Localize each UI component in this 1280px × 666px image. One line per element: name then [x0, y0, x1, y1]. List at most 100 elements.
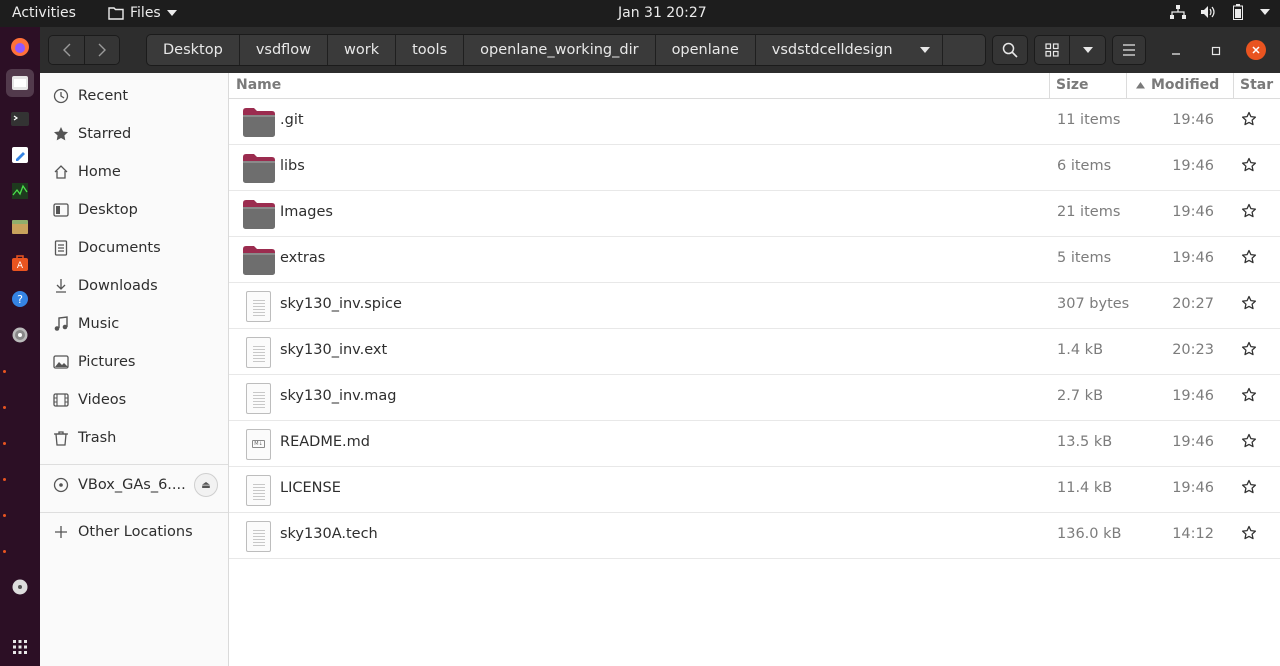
grid-view-button[interactable]	[1035, 36, 1070, 64]
table-row[interactable]: extras 5 items 19:46	[229, 237, 1280, 283]
file-modified: 20:27	[1172, 296, 1214, 312]
firefox-icon[interactable]	[6, 33, 34, 61]
maximize-icon	[1211, 46, 1221, 56]
table-row[interactable]: M↓ README.md 13.5 kB 19:46	[229, 421, 1280, 467]
disc-icon[interactable]	[6, 321, 34, 349]
sidebar-item-pictures[interactable]: Pictures	[40, 343, 228, 381]
crumb-vsdflow[interactable]: vsdflow	[240, 35, 329, 65]
files-icon[interactable]	[6, 69, 34, 97]
file-modified: 19:46	[1172, 158, 1214, 174]
sidebar-item-device[interactable]: VBox_GAs_6.... ⏏	[40, 466, 228, 504]
table-row[interactable]: libs 6 items 19:46	[229, 145, 1280, 191]
file-name: sky130A.tech	[280, 526, 378, 542]
crumb-tools[interactable]: tools	[396, 35, 465, 65]
file-name: .git	[280, 112, 304, 128]
sidebar-item-documents[interactable]: Documents	[40, 229, 228, 267]
sidebar-item-label: Trash	[78, 430, 117, 446]
plus-icon	[52, 523, 70, 541]
eject-button[interactable]: ⏏	[194, 473, 218, 497]
sidebar-item-starred[interactable]: Starred	[40, 115, 228, 153]
star-icon[interactable]	[1241, 525, 1257, 546]
sidebar-item-music[interactable]: Music	[40, 305, 228, 343]
sidebar-item-videos[interactable]: Videos	[40, 381, 228, 419]
star-icon[interactable]	[1241, 111, 1257, 132]
file-size: 11.4 kB	[1057, 480, 1113, 496]
table-row[interactable]: sky130_inv.spice 307 bytes 20:27	[229, 283, 1280, 329]
table-row[interactable]: sky130A.tech 136.0 kB 14:12	[229, 513, 1280, 559]
column-name[interactable]: Name	[236, 77, 281, 93]
main-menu-button[interactable]	[1112, 35, 1146, 65]
table-row[interactable]: sky130_inv.ext 1.4 kB 20:23	[229, 329, 1280, 375]
column-size[interactable]: Size	[1056, 77, 1089, 93]
star-icon[interactable]	[1241, 479, 1257, 500]
star-icon[interactable]	[1241, 203, 1257, 224]
close-icon	[1252, 46, 1260, 54]
text-file-icon	[246, 521, 271, 552]
clock[interactable]: Jan 31 20:27	[618, 5, 707, 21]
crumb-openlane-working-dir[interactable]: openlane_working_dir	[464, 35, 656, 65]
minimize-button[interactable]	[1166, 41, 1186, 61]
star-icon[interactable]	[1241, 341, 1257, 362]
file-size: 6 items	[1057, 158, 1112, 174]
table-row[interactable]: .git 11 items 19:46	[229, 99, 1280, 145]
star-icon[interactable]	[1241, 433, 1257, 454]
table-row[interactable]: sky130_inv.mag 2.7 kB 19:46	[229, 375, 1280, 421]
view-options-button[interactable]	[1070, 36, 1105, 64]
column-star[interactable]: Star	[1240, 77, 1273, 93]
file-name: LICENSE	[280, 480, 341, 496]
navigation-buttons	[48, 35, 120, 65]
star-icon[interactable]	[1241, 387, 1257, 408]
archive-icon[interactable]	[6, 213, 34, 241]
sidebar-item-home[interactable]: Home	[40, 153, 228, 191]
crumb-openlane[interactable]: openlane	[656, 35, 756, 65]
help-icon[interactable]: ?	[6, 285, 34, 313]
folder-icon	[243, 246, 275, 275]
close-button[interactable]	[1246, 40, 1266, 60]
file-name: extras	[280, 250, 326, 266]
terminal-icon[interactable]	[6, 105, 34, 133]
sidebar-divider	[40, 464, 228, 465]
system-monitor-icon[interactable]	[6, 177, 34, 205]
top-bar: Activities Files Jan 31 20:27	[0, 0, 1280, 27]
star-icon[interactable]	[1241, 157, 1257, 178]
crumb-work[interactable]: work	[328, 35, 397, 65]
forward-button[interactable]	[84, 36, 119, 64]
header-bar: Desktop vsdflow work tools openlane_work…	[40, 27, 1280, 73]
activities-button[interactable]: Activities	[12, 5, 76, 21]
search-button[interactable]	[992, 35, 1028, 65]
chevron-right-icon	[98, 43, 106, 57]
sidebar-item-desktop[interactable]: Desktop	[40, 191, 228, 229]
sidebar-item-label: Videos	[78, 392, 127, 408]
path-menu-button[interactable]	[909, 35, 943, 65]
sidebar-item-downloads[interactable]: Downloads	[40, 267, 228, 305]
sidebar-item-recent[interactable]: Recent	[40, 77, 228, 115]
sidebar-item-label: Recent	[78, 88, 129, 104]
folder-icon	[243, 108, 275, 137]
disc-icon	[52, 476, 70, 494]
table-row[interactable]: LICENSE 11.4 kB 19:46	[229, 467, 1280, 513]
hamburger-menu-icon	[1123, 44, 1135, 56]
file-modified: 19:46	[1172, 250, 1214, 266]
show-apps-icon[interactable]	[6, 633, 34, 661]
maximize-button[interactable]	[1206, 41, 1226, 61]
app-menu[interactable]: Files	[108, 5, 177, 21]
crumb-vsdstdcelldesign[interactable]: vsdstdcelldesign	[756, 35, 909, 65]
file-name: libs	[280, 158, 305, 174]
software-icon[interactable]: A	[6, 249, 34, 277]
folder-app-icon	[108, 7, 124, 20]
sidebar-item-trash[interactable]: Trash	[40, 419, 228, 457]
table-row[interactable]: Images 21 items 19:46	[229, 191, 1280, 237]
sidebar-item-label: Other Locations	[78, 524, 193, 540]
file-size: 13.5 kB	[1057, 434, 1113, 450]
trash-disc-icon[interactable]	[6, 573, 34, 601]
file-size: 11 items	[1057, 112, 1121, 128]
star-icon[interactable]	[1241, 249, 1257, 270]
back-button[interactable]	[49, 36, 84, 64]
star-icon[interactable]	[1241, 295, 1257, 316]
crumb-desktop[interactable]: Desktop	[147, 35, 240, 65]
column-modified[interactable]: Modified	[1151, 77, 1219, 93]
sidebar-item-other-locations[interactable]: Other Locations	[40, 513, 228, 551]
text-editor-icon[interactable]	[6, 141, 34, 169]
system-tray[interactable]	[1170, 4, 1270, 20]
battery-icon	[1230, 4, 1246, 20]
